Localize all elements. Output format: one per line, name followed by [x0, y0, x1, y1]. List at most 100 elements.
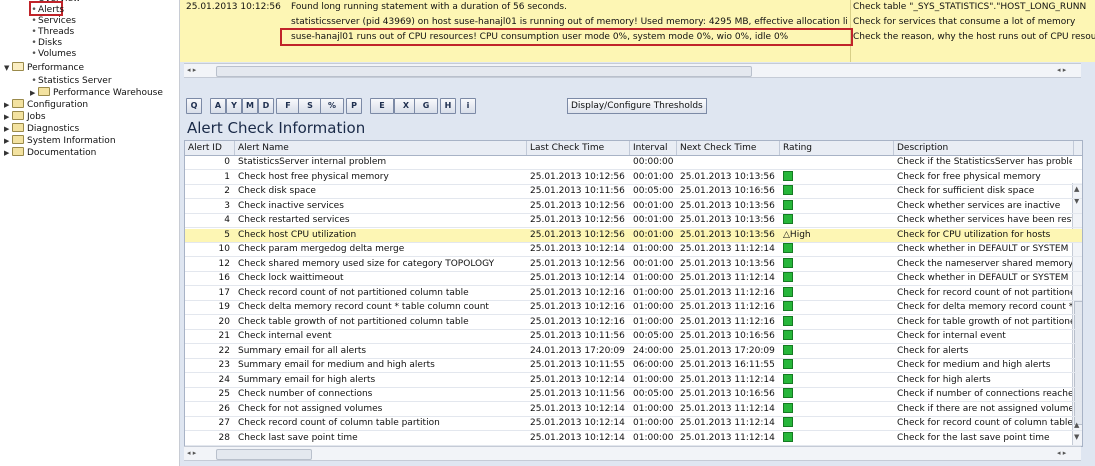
- scroll-thumb[interactable]: [216, 449, 312, 460]
- expand-down-icon[interactable]: ▼: [4, 63, 12, 74]
- tree-item-label: Volumes: [38, 49, 77, 59]
- table-row[interactable]: 17 Check record count of not partitioned …: [185, 286, 1082, 301]
- table-row[interactable]: 27 Check record count of column table par…: [185, 417, 1082, 431]
- subtotal-icon[interactable]: %: [320, 98, 344, 114]
- tree-item-volumes[interactable]: •Volumes: [30, 49, 76, 60]
- filter-dropdown-icon[interactable]: F: [276, 98, 300, 114]
- scroll-right-icon[interactable]: ◂ ▸: [1057, 64, 1066, 77]
- find-next-icon[interactable]: M: [242, 98, 258, 114]
- cell-rating: [780, 402, 894, 416]
- sum-icon[interactable]: S: [298, 98, 322, 114]
- folder-icon: [12, 147, 24, 156]
- print-icon[interactable]: P: [346, 98, 362, 114]
- table-row[interactable]: 21 Check internal event 25.01.2013 10:11:5…: [185, 330, 1082, 344]
- tree-item-diagnostics[interactable]: ▶ Diagnostics: [4, 123, 79, 134]
- table-row[interactable]: 12 Check shared memory used size for cate…: [185, 257, 1082, 272]
- layout-icon[interactable]: G: [414, 98, 438, 114]
- table-row[interactable]: 3 Check inactive services 25.01.2013 10:12…: [185, 199, 1082, 214]
- cell-last: 25.01.2013 10:12:16: [530, 287, 625, 298]
- table-row[interactable]: 2 Check disk space 25.01.2013 10:11:56 00:0…: [185, 185, 1082, 199]
- scroll-thumb[interactable]: [216, 66, 752, 77]
- cell-desc: Check for the last save point time: [897, 432, 1050, 443]
- table-row[interactable]: 4 Check restarted services 25.01.2013 10:1…: [185, 214, 1082, 228]
- cell-interval: 00:01:00: [633, 229, 674, 240]
- table-row[interactable]: 20 Check table growth of not partitioned …: [185, 315, 1082, 330]
- column-header-alert-name[interactable]: Alert Name: [235, 141, 527, 155]
- cell-id: 2: [224, 186, 230, 196]
- scroll-right-icon[interactable]: ◂ ▸: [1057, 447, 1066, 460]
- rating-ok-icon: [783, 373, 793, 384]
- table-row[interactable]: 25 Check number of connections 25.01.2013 …: [185, 388, 1082, 402]
- rating-ok-icon: [783, 359, 793, 369]
- tree-item-performance-warehouse[interactable]: ▶ Performance Warehouse: [30, 87, 163, 98]
- cell-desc: Check for medium and high alerts: [897, 360, 1051, 370]
- cell-rating: [780, 243, 894, 256]
- cell-id: 0: [224, 157, 230, 167]
- sort-ascending-icon[interactable]: A: [210, 98, 226, 114]
- table-row[interactable]: 16 Check lock waittimeout 25.01.2013 10:12…: [185, 272, 1082, 286]
- tree-item-statistics-server[interactable]: •Statistics Server: [30, 76, 111, 87]
- cell-next: 25.01.2013 11:12:16: [680, 287, 775, 298]
- cell-next: 25.01.2013 11:12:16: [680, 302, 775, 312]
- column-header-next-check-time[interactable]: Next Check Time: [677, 141, 780, 155]
- table-row[interactable]: 22 Summary email for all alerts 24.01.2013…: [185, 344, 1082, 359]
- tree-item-jobs[interactable]: ▶ Jobs: [4, 111, 46, 122]
- cell-interval: 01:00:00: [633, 273, 674, 283]
- tree-item-system-information[interactable]: ▶ System Information: [4, 135, 116, 146]
- tree-item-threads[interactable]: •Threads: [30, 27, 74, 38]
- cell-interval: 00:01:00: [633, 200, 674, 211]
- main-panel: 25.01.2013 10:12:56 Found long running st…: [180, 0, 1095, 466]
- view-icon[interactable]: E: [370, 98, 394, 114]
- column-header-alert-id[interactable]: Alert ID: [185, 141, 235, 155]
- table-row[interactable]: 28 Check last save point time 25.01.2013 1…: [185, 431, 1082, 446]
- scroll-left-icon[interactable]: ◂ ▸: [187, 64, 196, 77]
- tree-item-services[interactable]: •Services: [30, 16, 76, 27]
- table-row[interactable]: 23 Summary email for medium and high aler…: [185, 359, 1082, 373]
- table-row[interactable]: 24 Summary email for high alerts 25.01.201…: [185, 373, 1082, 388]
- cell-name: StatisticsServer internal problem: [238, 157, 387, 167]
- bullet-icon: •: [31, 5, 37, 15]
- expand-right-icon[interactable]: ▶: [4, 112, 12, 123]
- cell-last: 25.01.2013 10:12:14: [530, 418, 625, 428]
- expand-right-icon[interactable]: ▶: [4, 148, 12, 159]
- message-time: 25.01.2013 10:12:56: [186, 2, 281, 12]
- find-icon[interactable]: Q: [186, 98, 202, 114]
- cell-id: 3: [224, 200, 230, 211]
- table-row[interactable]: 0 StatisticsServer internal problem 00:00:…: [185, 156, 1082, 170]
- expand-right-icon[interactable]: ▶: [4, 136, 12, 147]
- table-row[interactable]: 1 Check host free physical memory 25.01.20…: [185, 170, 1082, 185]
- messages-horizontal-scrollbar[interactable]: ◂ ▸ ◂ ▸: [184, 63, 1081, 78]
- expand-right-icon[interactable]: ▶: [4, 124, 12, 135]
- column-header-last-check-time[interactable]: Last Check Time: [527, 141, 630, 155]
- table-row[interactable]: 5 Check host CPU utilization 25.01.2013 10…: [185, 228, 1082, 243]
- expand-right-icon[interactable]: ▶: [4, 100, 12, 111]
- column-header-description[interactable]: Description: [894, 141, 1074, 155]
- tree-item-configuration[interactable]: ▶ Configuration: [4, 99, 88, 110]
- expand-right-icon[interactable]: ▶: [30, 88, 38, 99]
- tree-item-performance[interactable]: ▼ Performance: [4, 62, 84, 73]
- cell-id: 25: [218, 389, 230, 399]
- table-horizontal-scrollbar[interactable]: ◂ ▸ ◂ ▸: [184, 446, 1081, 461]
- display-configure-thresholds-button[interactable]: Display/Configure Thresholds: [567, 98, 707, 114]
- cell-rating: [780, 301, 894, 314]
- tree-item-label: Configuration: [27, 100, 89, 110]
- cell-id: 10: [218, 244, 230, 254]
- table-row[interactable]: 19 Check delta memory record count * tabl…: [185, 301, 1082, 315]
- cell-last: 25.01.2013 10:12:56: [530, 229, 625, 240]
- scroll-left-icon[interactable]: ◂ ▸: [187, 447, 196, 460]
- navigation-tree: •Overview•Alerts•Services•Threads•Disks•…: [0, 0, 180, 466]
- detail-icon[interactable]: H: [440, 98, 456, 114]
- table-row[interactable]: 10 Check param mergedog delta merge 25.01.…: [185, 243, 1082, 257]
- tree-item-documentation[interactable]: ▶ Documentation: [4, 147, 96, 158]
- cell-id: 24: [218, 374, 230, 385]
- cell-interval: 01:00:00: [633, 403, 674, 414]
- info-icon[interactable]: i: [460, 98, 476, 114]
- column-header-interval[interactable]: Interval: [630, 141, 677, 155]
- tree-item-alerts[interactable]: •Alerts: [30, 5, 64, 16]
- cell-name: Check for not assigned volumes: [238, 403, 383, 414]
- column-header-rating[interactable]: Rating: [780, 141, 894, 155]
- sort-descending-icon[interactable]: D: [258, 98, 274, 114]
- tree-item-disks[interactable]: •Disks: [30, 38, 62, 49]
- filter-icon[interactable]: Y: [226, 98, 242, 114]
- table-row[interactable]: 26 Check for not assigned volumes 25.01.20…: [185, 402, 1082, 417]
